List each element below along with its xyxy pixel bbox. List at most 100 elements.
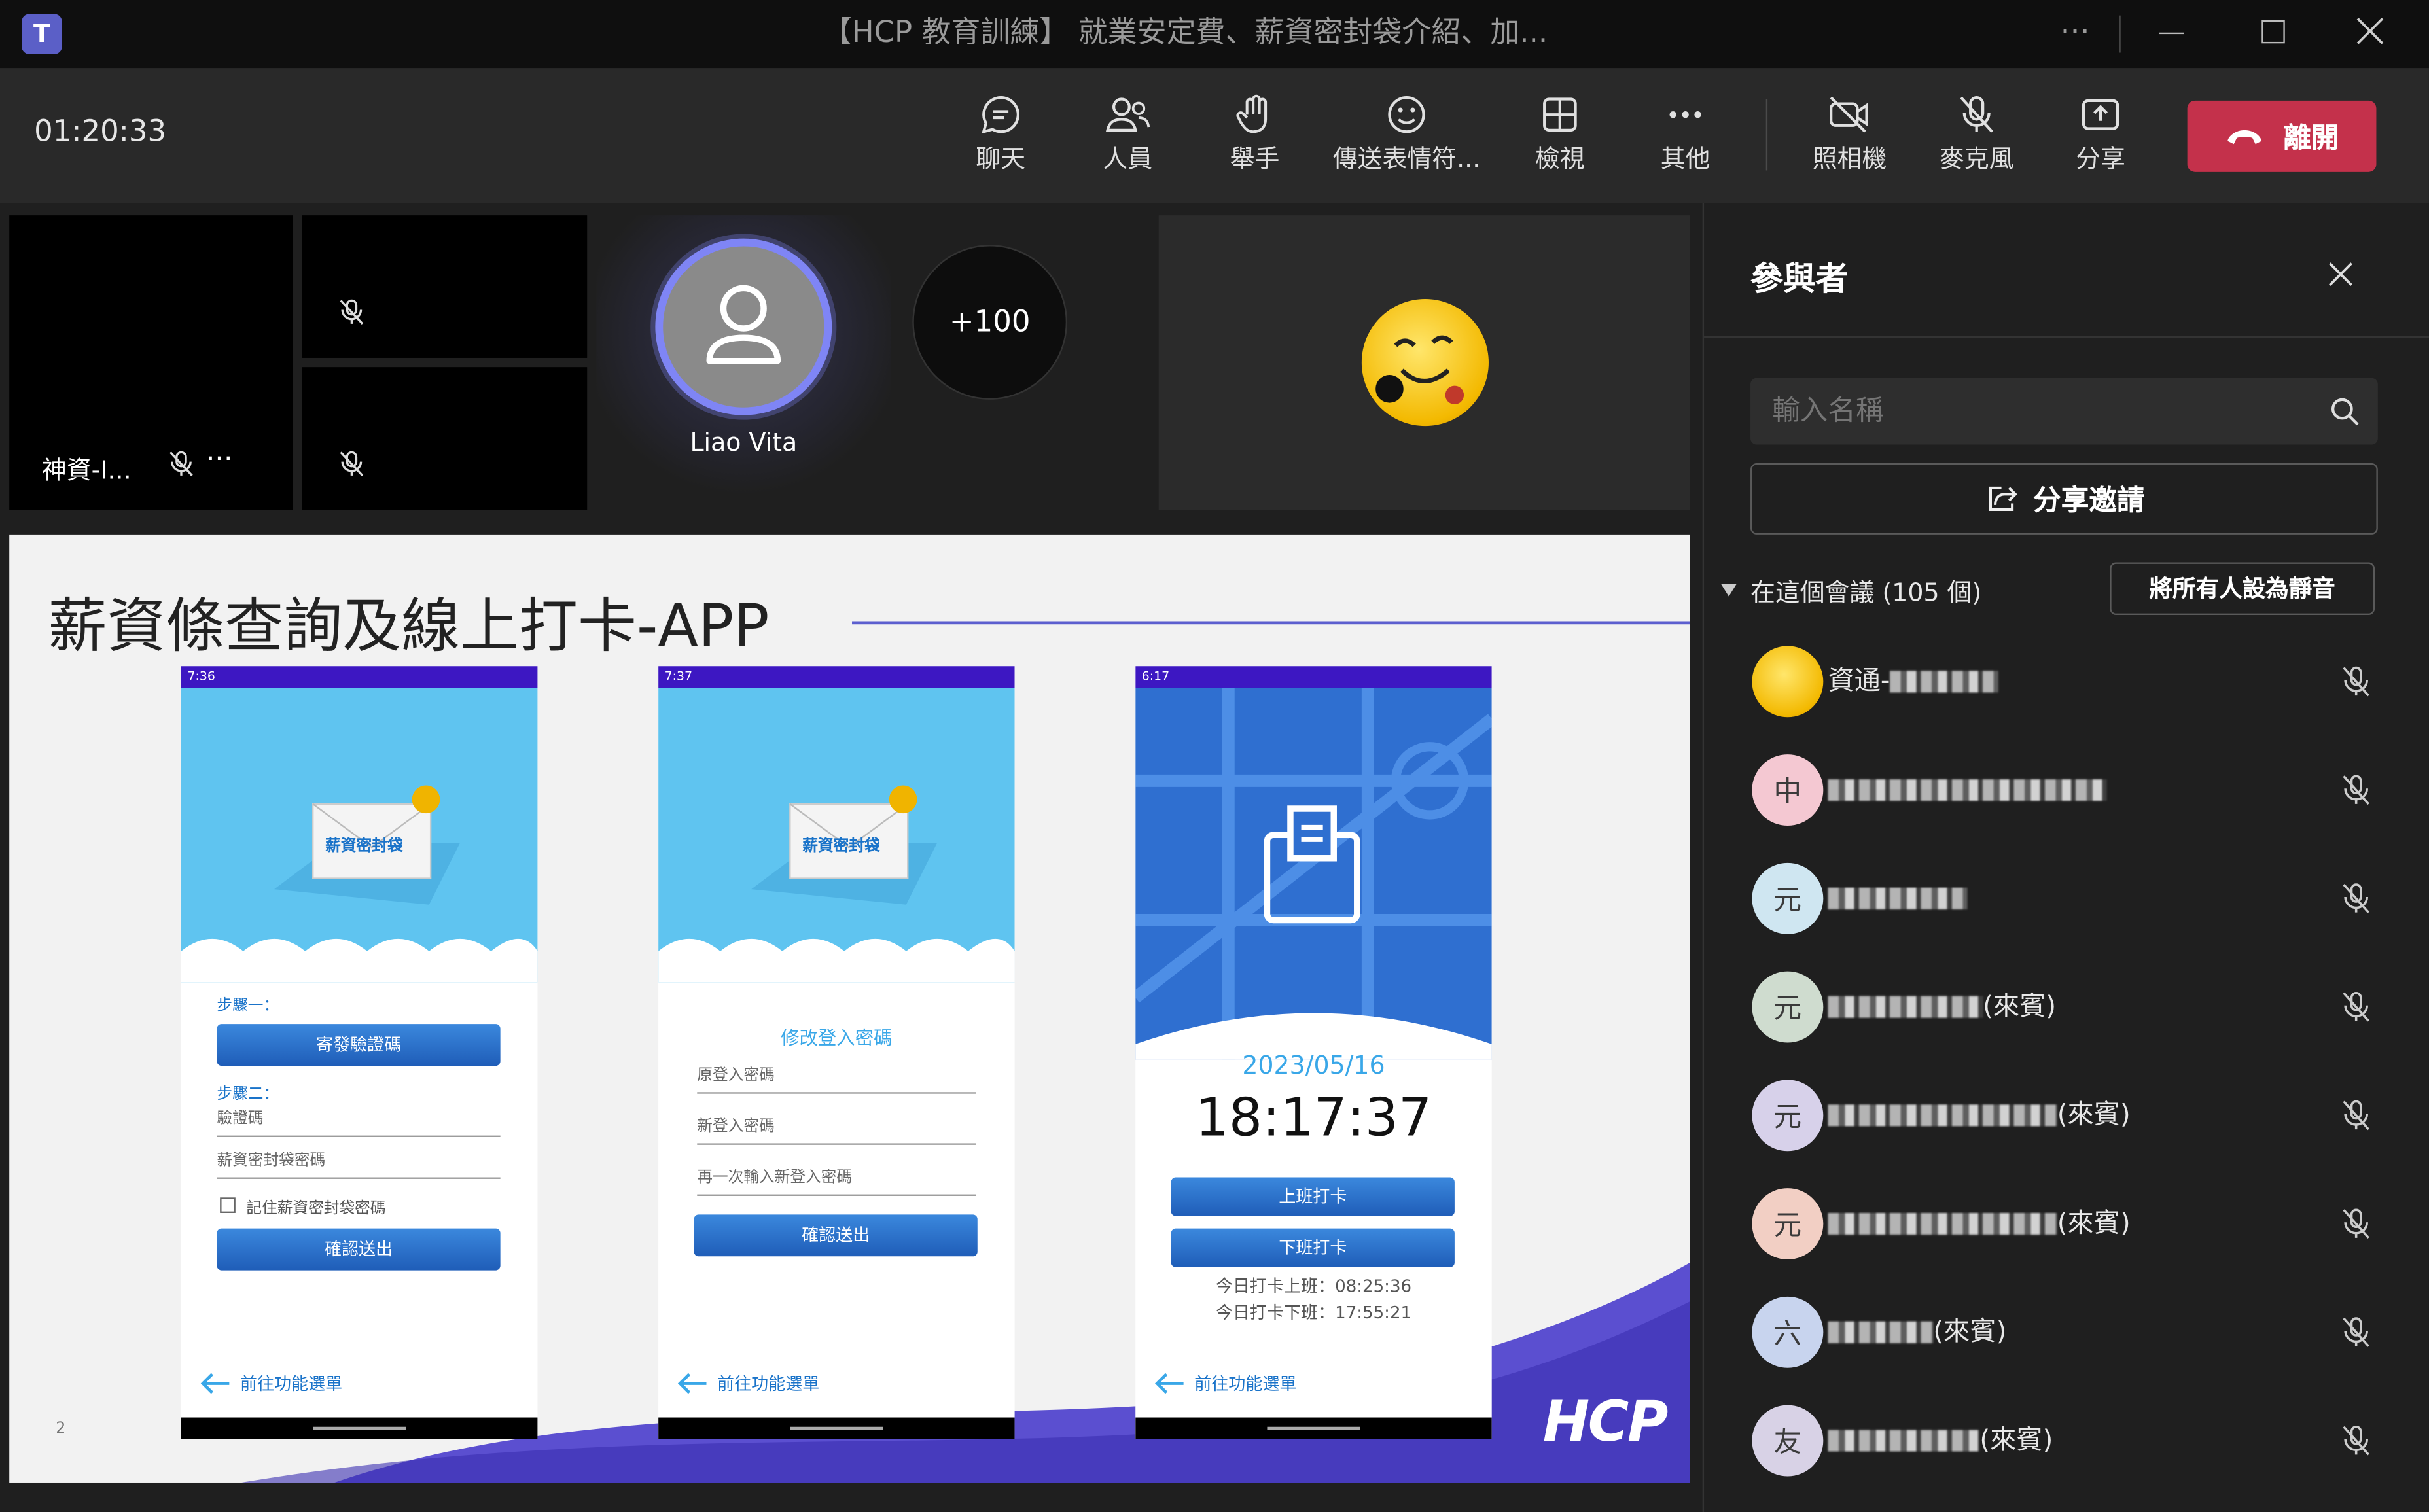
more-button[interactable]: 其他 bbox=[1648, 93, 1723, 192]
phone-status-bar: 7:37 bbox=[658, 666, 1015, 688]
share-invite-button[interactable]: 分享邀請 bbox=[1750, 463, 2378, 535]
clock-out-button: 下班打卡 bbox=[1171, 1228, 1455, 1267]
in-meeting-section-toggle[interactable]: 在這個會議 (105 個) bbox=[1720, 572, 1982, 609]
participant-row[interactable]: 元 (來賓) bbox=[1704, 1170, 2429, 1278]
back-arrow-icon bbox=[1155, 1373, 1184, 1394]
mic-button[interactable]: 麥克風 bbox=[1930, 93, 2023, 192]
share-button[interactable]: 分享 bbox=[2063, 93, 2138, 192]
share-label: 分享 bbox=[2076, 144, 2125, 174]
featured-speaker-tile[interactable]: Liao Vita bbox=[596, 215, 891, 510]
participant-avatar: 元 bbox=[1752, 862, 1824, 934]
emoji-avatar bbox=[1361, 298, 1489, 427]
share-invite-icon bbox=[1988, 486, 2017, 512]
view-grid-icon bbox=[1543, 97, 1577, 132]
chevron-down-icon bbox=[1721, 584, 1737, 597]
participant-mic-off-icon bbox=[2343, 991, 2369, 1022]
phone-screenshot-3: 6:17 2023/05/16 18:17:37 上班打卡 下班打卡 今日打卡上… bbox=[1135, 666, 1492, 1439]
video-tile-1[interactable]: 神資-I... ··· bbox=[9, 215, 293, 510]
section-label: 在這個會議 (105 個) bbox=[1750, 578, 1982, 608]
participant-name bbox=[1828, 736, 2107, 845]
clock-in-button: 上班打卡 bbox=[1171, 1177, 1455, 1216]
camera-button[interactable]: 照相機 bbox=[1803, 93, 1896, 192]
video-tile-3[interactable] bbox=[302, 367, 588, 510]
participant-name: 資通- bbox=[1828, 627, 1999, 736]
back-label: 前往功能選單 bbox=[1194, 1374, 1297, 1395]
chat-icon bbox=[982, 96, 1020, 134]
panel-header-divider bbox=[1704, 336, 2429, 338]
slide-title-rule bbox=[852, 621, 1690, 625]
view-button[interactable]: 檢視 bbox=[1523, 93, 1597, 192]
phone-status-bar: 6:17 bbox=[1135, 666, 1492, 688]
people-button[interactable]: 人員 bbox=[1084, 93, 1171, 192]
people-label: 人員 bbox=[1103, 144, 1153, 174]
tile-mic-off-icon bbox=[340, 451, 364, 477]
participant-avatar: 元 bbox=[1752, 1080, 1824, 1152]
close-window-icon[interactable] bbox=[2354, 16, 2385, 46]
view-label: 檢視 bbox=[1534, 144, 1585, 174]
old-password-field: 原登入密碼 bbox=[697, 1063, 976, 1094]
clock-time: 18:17:37 bbox=[1195, 1087, 1432, 1150]
window-title: 【HCP 教育訓練】 就業安定費、薪資密封袋介紹、加... bbox=[822, 15, 1548, 50]
participant-mic-off-icon bbox=[2343, 1208, 2369, 1239]
step1-label: 步驟一： bbox=[217, 997, 279, 1015]
react-label: 傳送表情符... bbox=[1332, 144, 1481, 174]
participant-avatar: 元 bbox=[1752, 971, 1824, 1043]
remember-label: 記住薪資密封袋密碼 bbox=[246, 1201, 386, 1218]
phone-header-art: 薪資密封袋 bbox=[181, 688, 538, 983]
panel-title: 參與者 bbox=[1750, 260, 1849, 298]
phone-nav-bar bbox=[1135, 1417, 1492, 1439]
emoji-icon bbox=[1388, 96, 1425, 133]
leave-label: 離開 bbox=[2283, 122, 2339, 155]
participant-mic-off-icon bbox=[2343, 1425, 2369, 1456]
participant-row[interactable]: 元 (來賓) bbox=[1704, 953, 2429, 1061]
participant-row[interactable]: 友 (來賓) bbox=[1704, 1386, 2429, 1495]
search-box[interactable] bbox=[1750, 378, 2378, 445]
code-field: 驗證碼 bbox=[217, 1106, 501, 1137]
maximize-icon[interactable] bbox=[2261, 20, 2285, 44]
person-icon bbox=[706, 285, 781, 364]
slide-title: 薪資條查詢及線上打卡-APP bbox=[48, 591, 770, 660]
participant-row[interactable]: 資通- bbox=[1704, 627, 2429, 736]
video-tile-2[interactable] bbox=[302, 215, 588, 358]
today-clock-out: 今日打卡下班：17:55:21 bbox=[1215, 1303, 1412, 1324]
envelope-label: 薪資密封袋 bbox=[325, 837, 403, 856]
participant-row[interactable]: 元 (來賓) bbox=[1704, 1061, 2429, 1170]
phone-nav-bar bbox=[181, 1417, 538, 1439]
hang-up-icon bbox=[2227, 130, 2262, 145]
back-to-menu: 前往功能選單 bbox=[1154, 1371, 1297, 1396]
participant-row[interactable]: 元 bbox=[1704, 844, 2429, 953]
minimize-icon[interactable] bbox=[2159, 32, 2184, 35]
search-input[interactable] bbox=[1750, 378, 2309, 445]
teams-logo-icon: T bbox=[22, 14, 62, 54]
overflow-participants-badge[interactable]: +100 bbox=[912, 245, 1068, 400]
remember-checkbox bbox=[220, 1197, 236, 1213]
mute-all-button[interactable]: 將所有人設為靜音 bbox=[2110, 562, 2375, 616]
participant-row[interactable]: 六 (來賓) bbox=[1704, 1278, 2429, 1386]
repeat-password-field: 再一次輸入新登入密碼 bbox=[697, 1165, 976, 1196]
confirm-button: 確認送出 bbox=[217, 1228, 501, 1271]
confirm-button: 確認送出 bbox=[694, 1214, 978, 1257]
raise-hand-button[interactable]: 舉手 bbox=[1218, 93, 1292, 192]
participant-name: (來賓) bbox=[1828, 1170, 2131, 1278]
back-to-menu: 前往功能選單 bbox=[677, 1371, 819, 1396]
chat-button[interactable]: 聊天 bbox=[963, 93, 1038, 192]
react-button[interactable]: 傳送表情符... bbox=[1326, 93, 1487, 192]
title-more-icon[interactable]: ··· bbox=[2061, 12, 2090, 50]
share-icon bbox=[2082, 99, 2119, 130]
close-panel-icon[interactable] bbox=[2327, 260, 2355, 289]
search-icon bbox=[2331, 398, 2359, 426]
participant-row[interactable]: 中 bbox=[1704, 736, 2429, 845]
hcp-logo: HCP bbox=[1542, 1391, 1669, 1455]
tile-more-icon[interactable]: ··· bbox=[206, 443, 233, 476]
mic-label: 麥克風 bbox=[1939, 144, 2014, 174]
leave-button[interactable]: 離開 bbox=[2187, 100, 2377, 172]
slide-page-number: 2 bbox=[56, 1420, 66, 1438]
participant-avatar: 友 bbox=[1752, 1405, 1824, 1477]
shared-slide: 薪資條查詢及線上打卡-APP 2 HCP 7:36 薪資密封袋 步驟一： 寄發驗… bbox=[9, 534, 1690, 1483]
participant-name: (來賓) bbox=[1828, 953, 2056, 1061]
participant-mic-off-icon bbox=[2343, 775, 2369, 805]
share-invite-label: 分享邀請 bbox=[2033, 485, 2145, 518]
overflow-count: +100 bbox=[949, 305, 1031, 340]
participant-avatar: 中 bbox=[1752, 754, 1824, 826]
video-tile-emoji-user[interactable] bbox=[1158, 215, 1690, 510]
